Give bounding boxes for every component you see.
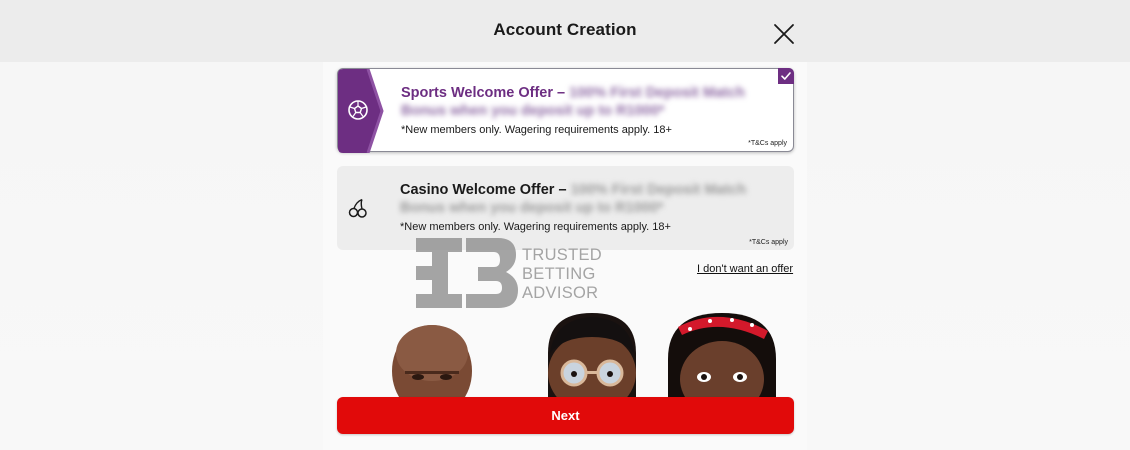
watermark-line: ADVISOR xyxy=(522,284,599,302)
next-button[interactable]: Next xyxy=(337,397,794,434)
person-middle-image xyxy=(548,313,636,397)
modal-header: Account Creation xyxy=(0,0,1130,62)
trusted-betting-advisor-watermark: TRUSTED BETTING ADVISOR xyxy=(416,238,606,308)
offer-note: *New members only. Wagering requirements… xyxy=(401,124,672,136)
cherries-icon xyxy=(347,197,369,219)
sports-offer-card[interactable]: Sports Welcome Offer – 100% First Deposi… xyxy=(337,68,794,153)
person-right-image xyxy=(668,313,776,397)
offer-title-text: Casino Welcome Offer – xyxy=(400,182,567,198)
offer-title-text: Sports Welcome Offer – xyxy=(401,85,566,101)
tcs-label: *T&Cs apply xyxy=(749,239,788,246)
offer-badge xyxy=(338,69,384,153)
offer-title: Casino Welcome Offer – 100% First Deposi… xyxy=(400,181,780,217)
offer-title: Sports Welcome Offer – 100% First Deposi… xyxy=(401,84,781,120)
watermark-line: TRUSTED xyxy=(522,246,603,264)
no-offer-link[interactable]: I don't want an offer xyxy=(697,263,793,275)
close-icon[interactable] xyxy=(772,22,796,46)
person-left-image xyxy=(392,325,472,397)
watermark-text: TRUSTED BETTING ADVISOR xyxy=(522,246,602,303)
watermark-line: BETTING xyxy=(522,265,596,283)
hero-people-image xyxy=(380,313,780,397)
offer-badge xyxy=(337,166,381,250)
soccer-ball-icon xyxy=(347,99,369,121)
tcs-label: *T&Cs apply xyxy=(748,140,787,147)
tba-logo-icon xyxy=(416,238,518,308)
selected-check-icon xyxy=(778,68,794,84)
offer-note: *New members only. Wagering requirements… xyxy=(400,221,671,233)
page-title: Account Creation xyxy=(493,20,637,39)
